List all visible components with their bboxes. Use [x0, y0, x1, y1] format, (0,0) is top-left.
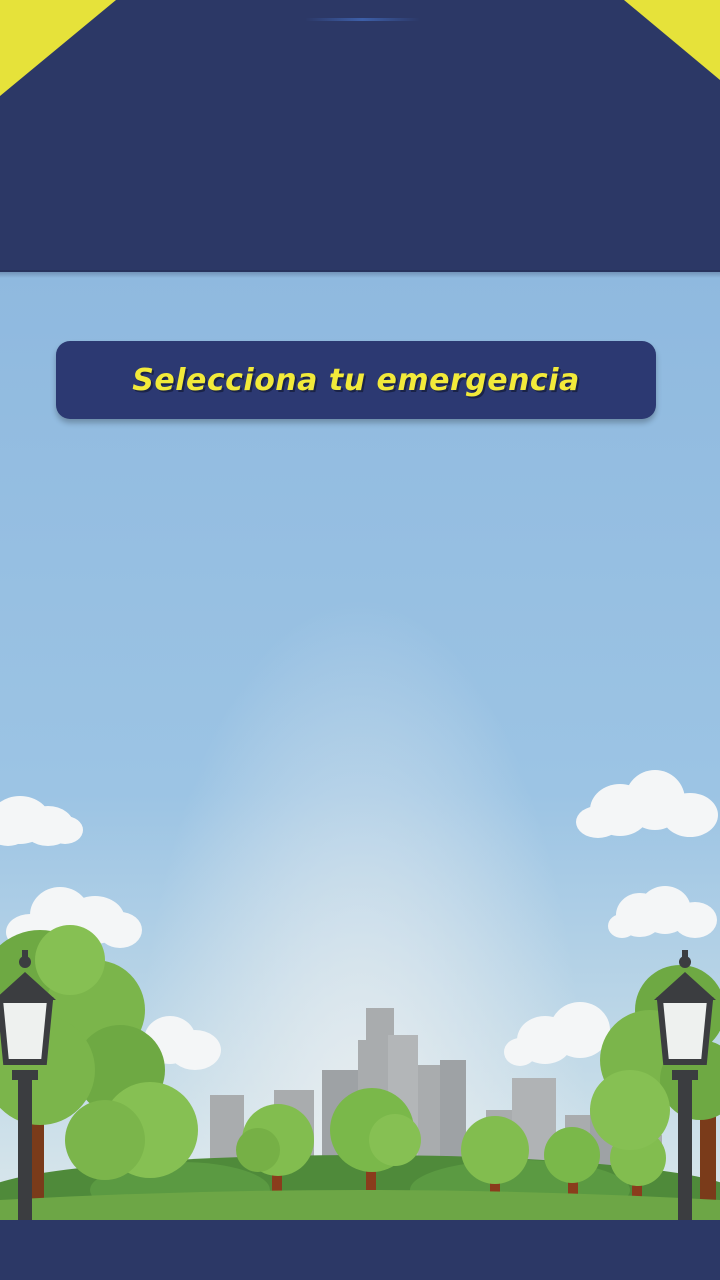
corner-accent-left [0, 0, 116, 96]
corner-accent-right [624, 0, 720, 80]
header-highlight [305, 18, 420, 21]
title-banner: Selecciona tu emergencia [56, 341, 656, 419]
header-bar [0, 0, 720, 272]
footer-bar [0, 1220, 720, 1280]
cloud-left-top [0, 796, 83, 846]
page-title: Selecciona tu emergencia [132, 362, 580, 398]
header-shadow [0, 270, 720, 278]
cloud-right-top [576, 770, 718, 838]
cloud-right-mid [608, 886, 717, 938]
cloud-right-low [504, 1002, 610, 1066]
